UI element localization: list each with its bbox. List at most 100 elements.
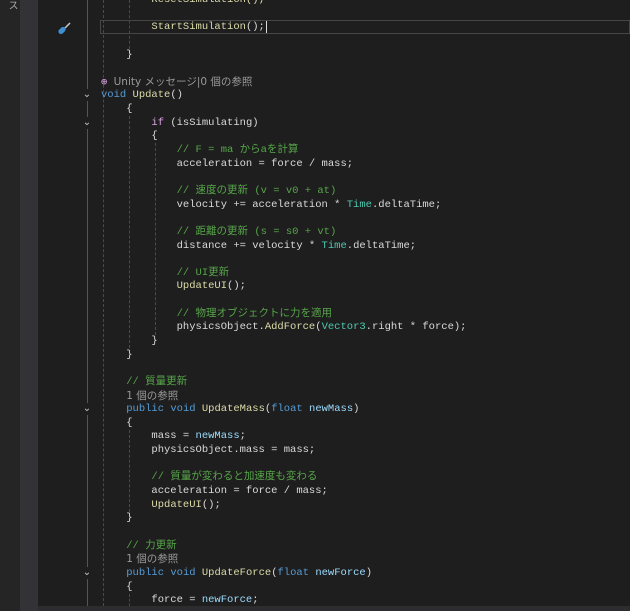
code-token: ; [252, 594, 259, 607]
code-token: (isSimulating) [164, 116, 259, 129]
code-token: // UI更新 [176, 266, 230, 279]
code-token: .deltaTime; [346, 239, 417, 252]
code-line[interactable]: physicsObject.AddForce(Vector3.right * f… [101, 320, 467, 334]
code-line[interactable]: } [101, 48, 133, 62]
code-token: .deltaTime; [371, 198, 442, 211]
fold-chevron-icon[interactable]: ⌄ [81, 403, 93, 416]
code-token: newMass [195, 430, 240, 443]
code-token: public [126, 403, 165, 416]
code-line[interactable]: } [101, 334, 157, 348]
code-line[interactable]: public void UpdateMass(float newMass) [101, 402, 359, 416]
code-line[interactable]: ⊕ Unity メッセージ|0 個の参照 [101, 75, 252, 89]
code-line[interactable]: if (isSimulating) [101, 116, 259, 130]
code-token: { [101, 130, 158, 143]
code-token: UpdateMass [201, 403, 265, 416]
code-line[interactable]: void Update() [101, 88, 183, 102]
code-token: if [151, 116, 165, 129]
code-line[interactable]: // 距離の更新 (s = s0 + vt) [101, 225, 337, 239]
code-line[interactable]: acceleration = force / mass; [101, 157, 353, 171]
code-line[interactable]: physicsObject.mass = mass; [101, 443, 315, 457]
code-line[interactable]: { [101, 580, 132, 594]
code-token: // 質量更新 [126, 375, 188, 388]
code-token: // 距離の更新 (s = s0 + vt) [176, 225, 337, 238]
code-line[interactable]: } [101, 511, 133, 525]
code-token: force = [101, 594, 202, 607]
code-token: ) [365, 566, 373, 579]
code-token: { [101, 103, 133, 116]
code-line[interactable]: } [101, 348, 133, 362]
code-token: UpdateUI [176, 280, 228, 293]
quick-actions-screwdriver-icon[interactable] [56, 21, 72, 37]
code-line[interactable]: { [101, 129, 158, 143]
code-line[interactable]: UpdateUI(); [101, 279, 246, 293]
code-line[interactable]: { [101, 416, 133, 430]
code-token: ; [239, 430, 246, 443]
code-line[interactable]: // 質量が変わると加速度も変わる [101, 470, 317, 484]
code-line[interactable]: ResetSimulation(); [101, 0, 264, 7]
code-token: newMass [309, 403, 354, 416]
codelens-reference[interactable]: 1 個の参照 [126, 553, 178, 565]
code-line[interactable]: // F = ma からaを計算 [101, 143, 299, 157]
code-token: void [170, 566, 196, 579]
code-line[interactable]: distance += velocity * Time.deltaTime; [101, 239, 416, 253]
code-token: ) [353, 403, 360, 416]
code-line[interactable]: // 力更新 [101, 539, 177, 553]
code-token: } [101, 348, 133, 361]
fold-chevron-icon[interactable]: ⌄ [81, 89, 93, 102]
codelens-reference[interactable]: Unity メッセージ|0 個の参照 [114, 76, 253, 88]
code-line[interactable]: mass = newMass; [101, 429, 246, 443]
code-line[interactable]: StartSimulation(); [101, 20, 265, 34]
code-token: float [271, 403, 303, 416]
code-line[interactable]: public void UpdateForce(float newForce) [101, 566, 372, 580]
code-token: Vector3 [321, 321, 366, 334]
codelens-reference[interactable]: 1 個の参照 [126, 390, 178, 402]
code-token: acceleration = force / mass; [101, 157, 354, 170]
code-token: { [101, 416, 133, 429]
code-token: .right * force); [365, 321, 467, 334]
code-token: ⊕ [101, 76, 114, 89]
horizontal-scrollbar[interactable] [38, 606, 630, 611]
code-line[interactable]: // 質量更新 [101, 375, 187, 389]
code-token: (); [201, 498, 221, 511]
code-token: // 速度の更新 (v = v0 + at) [176, 184, 337, 197]
code-line[interactable]: { [101, 102, 133, 116]
code-token: newForce [201, 594, 253, 607]
code-token: mass = [101, 430, 196, 443]
code-token: velocity += acceleration * [101, 198, 347, 211]
code-token: (); [245, 21, 265, 34]
code-token: UpdateForce [201, 566, 272, 579]
code-token: physicsObject.mass = mass; [101, 444, 316, 457]
code-token: } [101, 512, 133, 525]
indicator-margin [20, 0, 38, 611]
code-token: public [126, 566, 165, 579]
code-token: physicsObject. [101, 321, 265, 334]
code-token: } [101, 48, 133, 61]
code-line[interactable]: velocity += acceleration * Time.deltaTim… [101, 198, 442, 212]
code-line[interactable]: 1 個の参照 [101, 552, 178, 566]
code-token: // 力更新 [126, 539, 177, 552]
fold-chevron-icon[interactable]: ⌄ [81, 566, 93, 579]
code-line[interactable]: // 速度の更新 (v = v0 + at) [101, 184, 337, 198]
code-token: Update [132, 89, 171, 102]
text-caret [266, 21, 267, 33]
code-token: StartSimulation [151, 21, 246, 34]
side-panel-tab[interactable]: ス [4, 0, 19, 10]
code-line[interactable]: // 物理オブジェクトに力を適用 [101, 307, 332, 321]
code-line[interactable]: acceleration = force / mass; [101, 484, 327, 498]
code-line[interactable]: UpdateUI(); [101, 498, 221, 512]
code-line[interactable]: // UI更新 [101, 266, 230, 280]
code-line[interactable]: 1 個の参照 [101, 389, 178, 403]
fold-chevron-icon[interactable]: ⌄ [81, 116, 93, 129]
code-token: // 質量が変わると加速度も変わる [151, 471, 318, 484]
